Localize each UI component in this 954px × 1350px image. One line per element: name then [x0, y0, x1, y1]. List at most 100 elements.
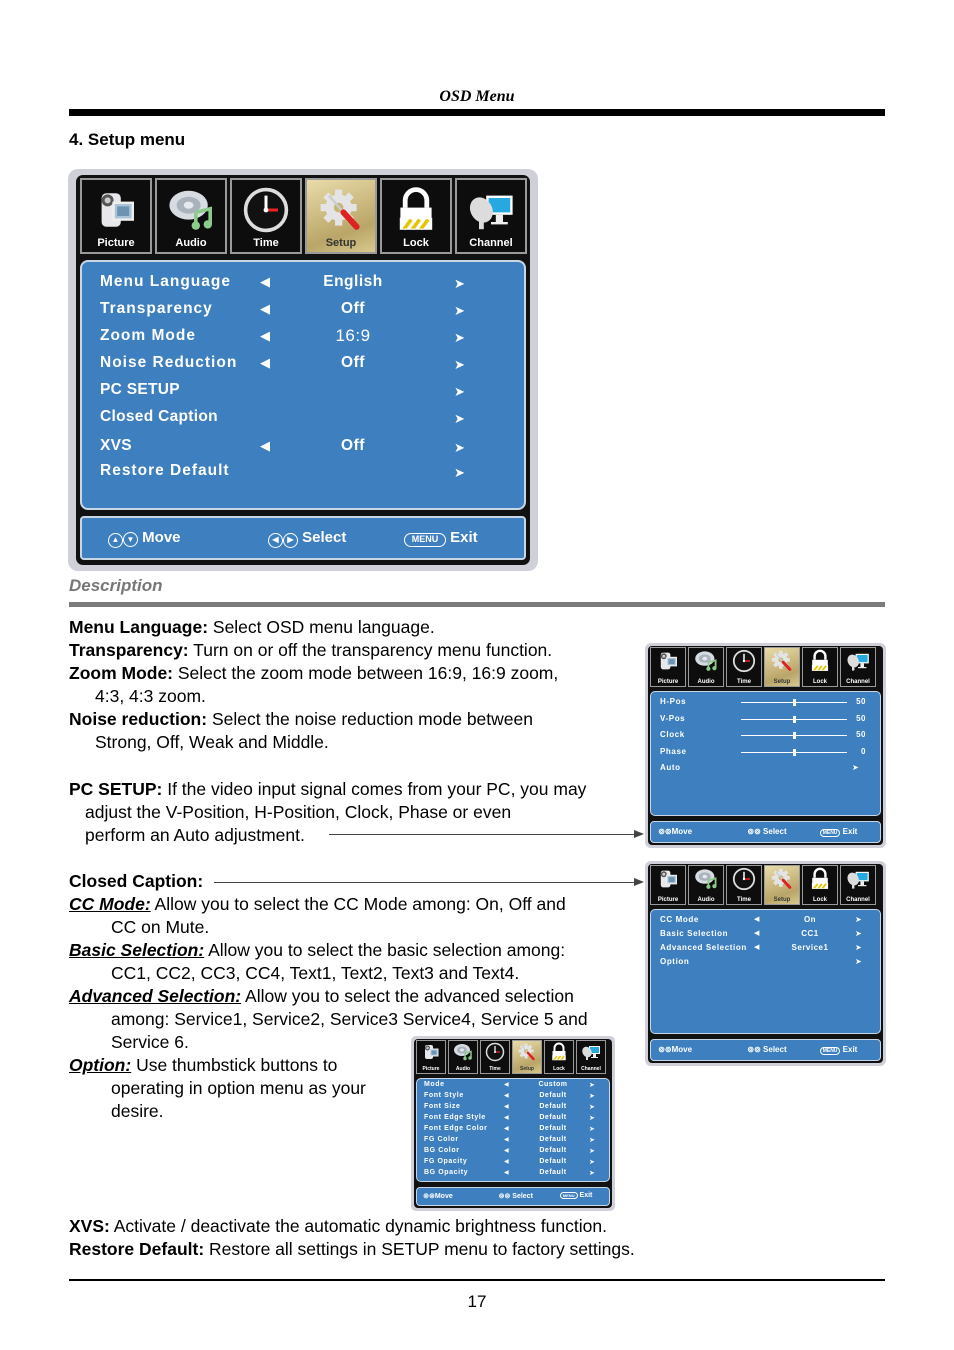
left-arrow-icon[interactable]: ◀: [504, 1103, 509, 1110]
setup-item-zoom-mode[interactable]: Zoom Mode: [100, 327, 196, 345]
menu-item-phase[interactable]: Phase: [660, 747, 687, 756]
menu-item-fg-opacity[interactable]: FG Opacity: [424, 1158, 467, 1165]
setup-item-pc-setup[interactable]: PC SETUP: [100, 381, 180, 399]
slider-handle[interactable]: [793, 748, 796, 756]
right-arrow-icon[interactable]: ➤: [855, 915, 862, 924]
menu-item-basic-selection[interactable]: Basic Selection: [660, 929, 728, 938]
menu-item-v-pos[interactable]: V-Pos: [660, 714, 685, 723]
tab-time[interactable]: Time: [230, 178, 302, 254]
setup-item-closed-caption[interactable]: Closed Caption: [100, 408, 218, 426]
left-arrow-icon[interactable]: ◀: [754, 929, 759, 937]
setup-item-xvs[interactable]: XVS: [100, 437, 132, 455]
left-arrow-icon[interactable]: ◀: [504, 1125, 509, 1132]
menu-item-auto[interactable]: Auto: [660, 763, 681, 772]
tab-setup[interactable]: Setup: [764, 647, 800, 687]
tab-picture[interactable]: Picture: [650, 865, 686, 905]
menu-item-font-size[interactable]: Font Size: [424, 1103, 461, 1110]
right-arrow-icon[interactable]: ➤: [855, 929, 862, 938]
menu-value: On: [803, 915, 817, 924]
tab-channel[interactable]: Channel: [455, 178, 527, 254]
left-arrow-icon[interactable]: ◀: [504, 1114, 509, 1121]
slider-handle[interactable]: [793, 732, 796, 739]
tab-picture[interactable]: Picture: [650, 647, 686, 687]
left-arrow-icon[interactable]: ◀: [260, 438, 270, 454]
right-arrow-icon[interactable]: ➤: [589, 1125, 595, 1133]
left-arrow-icon[interactable]: ◀: [260, 301, 270, 317]
right-arrow-icon[interactable]: ➤: [855, 943, 862, 952]
tab-audio[interactable]: Audio: [448, 1040, 478, 1074]
menu-item-advanced-selection[interactable]: Advanced Selection: [660, 943, 747, 952]
tab-setup[interactable]: Setup: [305, 178, 377, 254]
menu-item-mode[interactable]: Mode: [424, 1081, 445, 1088]
tab-audio[interactable]: Audio: [688, 647, 724, 687]
menu-item-h-pos[interactable]: H-Pos: [660, 697, 686, 706]
tab-setup[interactable]: Setup: [512, 1040, 542, 1074]
tab-time[interactable]: Time: [480, 1040, 510, 1074]
tab-audio[interactable]: Audio: [688, 865, 724, 905]
right-arrow-icon[interactable]: ➤: [454, 303, 465, 319]
left-arrow-icon[interactable]: ◀: [504, 1081, 509, 1088]
right-arrow-icon[interactable]: ➤: [589, 1136, 595, 1144]
setup-item-restore-default[interactable]: Restore Default: [100, 462, 230, 480]
left-arrow-icon[interactable]: ◀: [260, 355, 270, 371]
tab-label: Time: [489, 1066, 501, 1072]
setup-item-noise-reduction[interactable]: Noise Reduction: [100, 354, 237, 372]
tab-label: Time: [253, 237, 279, 249]
menu-item-font-style[interactable]: Font Style: [424, 1092, 464, 1099]
setup-item-menu-language[interactable]: Menu Language: [100, 273, 231, 291]
tab-picture[interactable]: Picture: [80, 178, 152, 254]
tab-lock[interactable]: Lock: [380, 178, 452, 254]
tab-lock[interactable]: Lock: [802, 647, 838, 687]
right-arrow-icon[interactable]: ➤: [855, 957, 862, 966]
tab-time[interactable]: Time: [726, 647, 762, 687]
tab-setup[interactable]: Setup: [764, 865, 800, 905]
tab-label: Setup: [773, 897, 791, 903]
right-arrow-icon[interactable]: ➤: [454, 384, 465, 400]
right-arrow-icon[interactable]: ➤: [589, 1147, 595, 1155]
menu-item-option[interactable]: Option: [660, 957, 689, 966]
slider-handle[interactable]: [793, 699, 796, 706]
tab-channel[interactable]: Channel: [576, 1040, 606, 1074]
right-arrow-icon[interactable]: ➤: [454, 411, 465, 427]
left-arrow-icon[interactable]: ◀: [504, 1147, 509, 1154]
menu-item-font-edge-style[interactable]: Font Edge Style: [424, 1114, 486, 1121]
menu-item-font-edge-color[interactable]: Font Edge Color: [424, 1125, 487, 1132]
menu-item-fg-color[interactable]: FG Color: [424, 1136, 459, 1143]
right-arrow-icon[interactable]: ➤: [589, 1092, 595, 1100]
menu-item-cc-mode[interactable]: CC Mode: [660, 915, 699, 924]
tab-time[interactable]: Time: [726, 865, 762, 905]
tab-label: Audio: [697, 679, 715, 685]
tab-picture[interactable]: Picture: [416, 1040, 446, 1074]
right-arrow-icon[interactable]: ➤: [589, 1114, 595, 1122]
left-arrow-icon[interactable]: ◀: [260, 274, 270, 290]
menu-item-bg-color[interactable]: BG Color: [424, 1147, 460, 1154]
tab-audio[interactable]: Audio: [155, 178, 227, 254]
description-heading: Description: [69, 576, 163, 595]
right-arrow-icon[interactable]: ➤: [589, 1103, 595, 1111]
tab-channel[interactable]: Channel: [840, 647, 876, 687]
setup-item-transparency[interactable]: Transparency: [100, 300, 213, 318]
right-arrow-icon[interactable]: ➤: [852, 763, 859, 772]
left-arrow-icon[interactable]: ◀: [504, 1158, 509, 1165]
right-arrow-icon[interactable]: ➤: [589, 1158, 595, 1166]
right-arrow-icon[interactable]: ➤: [454, 357, 465, 373]
tab-channel[interactable]: Channel: [840, 865, 876, 905]
left-arrow-icon[interactable]: ◀: [504, 1136, 509, 1143]
tab-lock[interactable]: Lock: [802, 865, 838, 905]
left-arrow-icon[interactable]: ◀: [260, 328, 270, 344]
left-arrow-icon[interactable]: ◀: [504, 1169, 509, 1176]
right-arrow-icon[interactable]: ➤: [454, 440, 465, 456]
tab-lock[interactable]: Lock: [544, 1040, 574, 1074]
left-arrow-icon[interactable]: ◀: [754, 915, 759, 923]
left-arrow-icon[interactable]: ◀: [504, 1092, 509, 1099]
right-arrow-icon[interactable]: ➤: [454, 276, 465, 292]
right-arrow-icon[interactable]: ➤: [454, 465, 465, 481]
menu-item-clock[interactable]: Clock: [660, 730, 685, 739]
desc-option-cont: operating in option menu as your: [111, 1078, 366, 1098]
right-arrow-icon[interactable]: ➤: [454, 330, 465, 346]
right-arrow-icon[interactable]: ➤: [589, 1169, 595, 1177]
menu-item-bg-opacity[interactable]: BG Opacity: [424, 1169, 468, 1176]
slider-handle[interactable]: [793, 715, 796, 723]
left-arrow-icon[interactable]: ◀: [754, 943, 759, 951]
right-arrow-icon[interactable]: ➤: [589, 1081, 595, 1089]
